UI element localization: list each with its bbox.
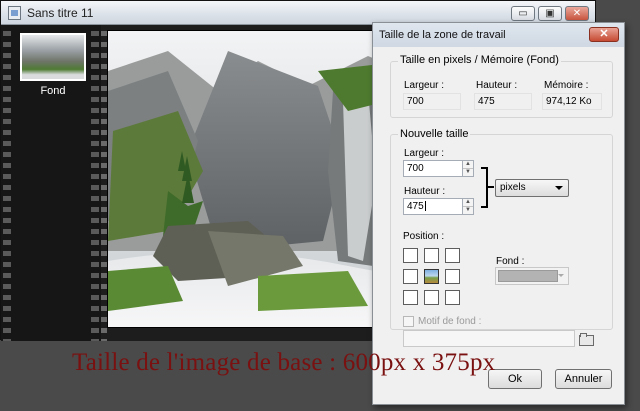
cancel-button[interactable]: Annuler: [555, 369, 612, 389]
anchor-cell[interactable]: [403, 290, 418, 305]
new-width-spinner[interactable]: ▲ ▼: [462, 160, 474, 177]
chevron-down-icon: [558, 274, 564, 277]
current-width-label: Largeur :: [404, 80, 445, 91]
ok-button[interactable]: Ok: [488, 369, 542, 389]
minimize-button[interactable]: ▭: [511, 6, 535, 21]
new-width-input[interactable]: 700: [403, 160, 463, 177]
background-pattern-label: Motif de fond :: [418, 316, 482, 327]
new-height-label: Hauteur :: [404, 186, 446, 197]
memory-label: Mémoire :: [544, 80, 589, 91]
new-size-group-label: Nouvelle taille: [398, 128, 471, 140]
layers-filmstrip: Fond: [1, 25, 101, 341]
layer-label-fond: Fond: [40, 85, 66, 97]
maximize-button[interactable]: ▣: [538, 6, 562, 21]
dialog-close-button[interactable]: ✕: [589, 27, 619, 42]
aspect-link-bracket: [481, 167, 488, 208]
chevron-down-icon: [555, 186, 563, 190]
new-height-spinner[interactable]: ▲ ▼: [462, 198, 474, 215]
spin-down-icon[interactable]: ▼: [463, 168, 473, 175]
new-height-input[interactable]: 475: [403, 198, 463, 215]
memory-value: 974,12 Ko: [542, 93, 602, 110]
spin-up-icon[interactable]: ▲: [463, 199, 473, 206]
unit-select[interactable]: pixels: [495, 179, 569, 197]
aspect-link-bracket-tick: [488, 186, 494, 188]
text-caret: [424, 201, 426, 212]
spin-down-icon[interactable]: ▼: [463, 206, 473, 213]
anchor-cell[interactable]: [445, 290, 460, 305]
background-color-swatch: [498, 270, 558, 282]
close-window-button[interactable]: ✕: [565, 6, 589, 21]
new-width-label: Largeur :: [404, 148, 445, 159]
spin-up-icon[interactable]: ▲: [463, 161, 473, 168]
background-color-select[interactable]: [495, 267, 569, 285]
film-perforations-left: [3, 25, 11, 341]
anchor-cell[interactable]: [445, 248, 460, 263]
pattern-path-input[interactable]: [403, 330, 575, 347]
position-label: Position :: [403, 231, 445, 242]
anchor-cell[interactable]: [403, 269, 418, 284]
anchor-cell-selected[interactable]: [424, 269, 439, 284]
dialog-titlebar[interactable]: Taille de la zone de travail ✕: [373, 23, 624, 47]
background-pattern-checkbox[interactable]: [403, 316, 414, 327]
current-width-value: 700: [403, 93, 461, 110]
fond-label: Fond :: [496, 256, 525, 267]
overlay-caption: Taille de l'image de base : 600px x 375p…: [72, 349, 496, 376]
layer-thumbnail-fond[interactable]: [20, 33, 86, 81]
new-height-value: 475: [407, 201, 424, 212]
anchor-cell[interactable]: [445, 269, 460, 284]
current-size-group-label: Taille en pixels / Mémoire (Fond): [398, 54, 561, 66]
current-height-value: 475: [474, 93, 532, 110]
current-height-label: Hauteur :: [476, 80, 518, 91]
image-window-title: Sans titre 11: [27, 6, 94, 20]
unit-select-value: pixels: [500, 182, 526, 193]
image-document-icon: [8, 6, 21, 20]
film-perforations-right: [91, 25, 99, 341]
anchor-cell[interactable]: [403, 248, 418, 263]
anchor-cell[interactable]: [424, 290, 439, 305]
folder-browse-icon[interactable]: [579, 333, 594, 346]
dialog-title: Taille de la zone de travail: [379, 29, 506, 41]
anchor-cell[interactable]: [424, 248, 439, 263]
